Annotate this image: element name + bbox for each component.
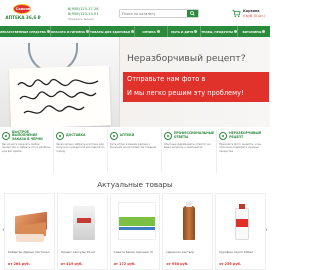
cart-sum: 0 руб. (0 шт.) xyxy=(243,14,266,18)
nav-dropdown-icon xyxy=(194,30,198,33)
banner-title: Неразборчивый рецепт? xyxy=(127,53,246,64)
search-icon xyxy=(190,11,195,16)
feature-prescription: НЕРАЗБОРЧИВЫЙ РЕЦЕПТ Пришлите фото рецеп… xyxy=(217,129,270,173)
product-image xyxy=(168,198,210,244)
nav-dropdown-icon xyxy=(156,30,160,33)
nav-dropdown-icon xyxy=(85,30,89,33)
nav-dropdown-icon xyxy=(262,30,266,33)
feature-fast-order: БЫСТРОЕ ВЫПОЛНЕНИЕ ЗАКАЗА В ЧЕРНИ Вы мож… xyxy=(0,129,54,173)
feature-answers: ПРОФЕССИОНАЛЬНЫЕ ОТВЕТЫ Опытные фармацев… xyxy=(162,129,218,173)
nav-item-herbs[interactable]: ТРАВЫ, ПРОДУКТЫ xyxy=(201,26,238,37)
product-card[interactable]: Цераксон раствор от 938 руб. xyxy=(162,193,214,270)
product-price: от 264 руб. xyxy=(8,262,31,266)
nav-label: ТОВАРЫ ДЛЯ ЗДОРОВЬЯ xyxy=(89,29,131,34)
nav-dropdown-icon xyxy=(131,30,135,33)
nav-item-mother-child[interactable]: МАТЬ И ДИТЯ xyxy=(168,26,202,37)
features-row: БЫСТРОЕ ВЫПОЛНЕНИЕ ЗАКАЗА В ЧЕРНИ Вы мож… xyxy=(0,129,270,173)
banner-red-band: Отправьте нам фото в И мы легко решим эт… xyxy=(123,72,269,102)
product-image xyxy=(10,198,52,244)
clock-icon xyxy=(2,132,10,140)
promo-banner[interactable]: Неразборчивый рецепт? Отправьте нам фото… xyxy=(0,37,270,127)
phones-block: 8(958)123-17-26 8(958)123-13-51 Заказать… xyxy=(68,7,112,22)
feature-pharmacies: АПТЕКИ Сеть аптек в вашем районе с больш… xyxy=(108,129,162,173)
product-name[interactable]: Нурофен сироп 100мл xyxy=(219,250,265,255)
logo[interactable]: Самсон АПТЕКА 36,6 ₽ xyxy=(5,4,41,23)
banner-line-2: И мы легко решим эту проблему! xyxy=(127,89,244,97)
nav-label: МАТЬ И ДИТЯ xyxy=(171,29,194,34)
product-name[interactable]: Линекс капсулы 16 шт xyxy=(61,250,107,255)
nav-item-medicines[interactable]: ЛЕКАРСТВЕННЫЕ СРЕДСТВА xyxy=(0,26,51,37)
feature-title: АПТЕКИ xyxy=(119,133,135,138)
feature-title: ДОСТАВКА xyxy=(65,133,86,138)
feature-delivery: ДОСТАВКА Заказ можно забрать в аптеке ил… xyxy=(54,129,108,173)
nav-label: ЛЕКАРСТВЕННЫЕ СРЕДСТВА xyxy=(0,29,46,34)
feature-title: ПРОФЕССИОНАЛЬНЫЕ ОТВЕТЫ xyxy=(173,131,215,139)
product-name[interactable]: Каберган Адванс пастилки xyxy=(8,250,54,255)
nav-item-vitamins[interactable]: ВИТАМИНЫ xyxy=(238,26,270,37)
logo-badge: Самсон xyxy=(13,4,31,14)
nav-label: ОПТИКА xyxy=(142,29,156,34)
search-button[interactable] xyxy=(187,10,198,17)
prescription-icon xyxy=(219,132,228,140)
nav-item-beauty[interactable]: КРАСОТА И ГИГИЕНА xyxy=(51,26,90,37)
main-nav: ЛЕКАРСТВЕННЫЕ СРЕДСТВА КРАСОТА И ГИГИЕНА… xyxy=(0,26,270,37)
banner-line-1: Отправьте нам фото в xyxy=(127,75,206,83)
feature-text: Пришлите фото рецепта, и мы поможем подо… xyxy=(219,143,262,153)
feature-text: Сеть аптек в вашем районе с большим ассо… xyxy=(109,143,157,150)
logo-badge-text: Самсон xyxy=(15,7,31,11)
cart[interactable]: Корзина 0 руб. (0 шт.) xyxy=(232,8,268,20)
site-header: Самсон АПТЕКА 36,6 ₽ 8(958)123-17-26 8(9… xyxy=(0,0,270,26)
product-image xyxy=(221,198,263,244)
nav-item-optics[interactable]: ОПТИКА xyxy=(135,26,169,37)
search-input[interactable] xyxy=(122,10,186,17)
pharmacy-icon xyxy=(109,132,118,140)
product-image xyxy=(116,198,158,244)
product-card[interactable]: Линекс капсулы 16 шт от 419 руб. xyxy=(56,193,108,270)
product-price: от 256 руб. xyxy=(219,262,242,266)
product-price: от 419 руб. xyxy=(60,262,83,266)
product-price: от 938 руб. xyxy=(166,262,189,266)
product-name[interactable]: Цераксон раствор xyxy=(166,250,212,255)
feature-title: НЕРАЗБОРЧИВЫЙ РЕЦЕПТ xyxy=(229,131,262,139)
nav-dropdown-icon xyxy=(233,30,237,33)
product-image xyxy=(63,198,105,244)
products-section-title: Актуальные товары xyxy=(97,180,173,189)
nav-label: КРАСОТА И ГИГИЕНА xyxy=(50,29,85,34)
nav-label: ТРАВЫ, ПРОДУКТЫ xyxy=(201,29,233,34)
callback-link[interactable]: Заказать звонок xyxy=(68,17,112,22)
cart-icon xyxy=(232,9,241,18)
nav-label: ВИТАМИНЫ xyxy=(242,29,262,34)
truck-icon xyxy=(55,132,64,140)
nav-dropdown-icon xyxy=(46,30,50,33)
feature-text: Заказ можно забрать в аптеке или получит… xyxy=(55,143,105,153)
feature-text: Опытные фармацевты ответят на ваши вопро… xyxy=(163,143,211,150)
products-carousel: Каберган Адванс пастилки от 264 руб. Лин… xyxy=(4,193,266,270)
handwriting-image xyxy=(17,78,99,114)
search-box xyxy=(119,9,199,18)
feature-title: БЫСТРОЕ ВЫПОЛНЕНИЕ ЗАКАЗА В ЧЕРНИ xyxy=(12,129,43,141)
chat-icon xyxy=(163,132,172,140)
product-card[interactable]: Смекта банан порошок 3г от 172 руб. xyxy=(109,193,161,270)
product-price: от 172 руб. xyxy=(113,262,136,266)
product-card[interactable]: Нурофен сироп 100мл от 256 руб. xyxy=(215,193,266,270)
cart-title: Корзина xyxy=(243,9,260,13)
feature-text: Вы можете заказать любое лекарство и заб… xyxy=(2,143,51,153)
product-card[interactable]: Каберган Адванс пастилки от 264 руб. xyxy=(4,193,55,270)
product-name[interactable]: Смекта банан порошок 3г xyxy=(114,250,160,255)
logo-text: АПТЕКА 36,6 ₽ xyxy=(5,15,41,20)
nav-item-health[interactable]: ТОВАРЫ ДЛЯ ЗДОРОВЬЯ xyxy=(89,26,136,37)
